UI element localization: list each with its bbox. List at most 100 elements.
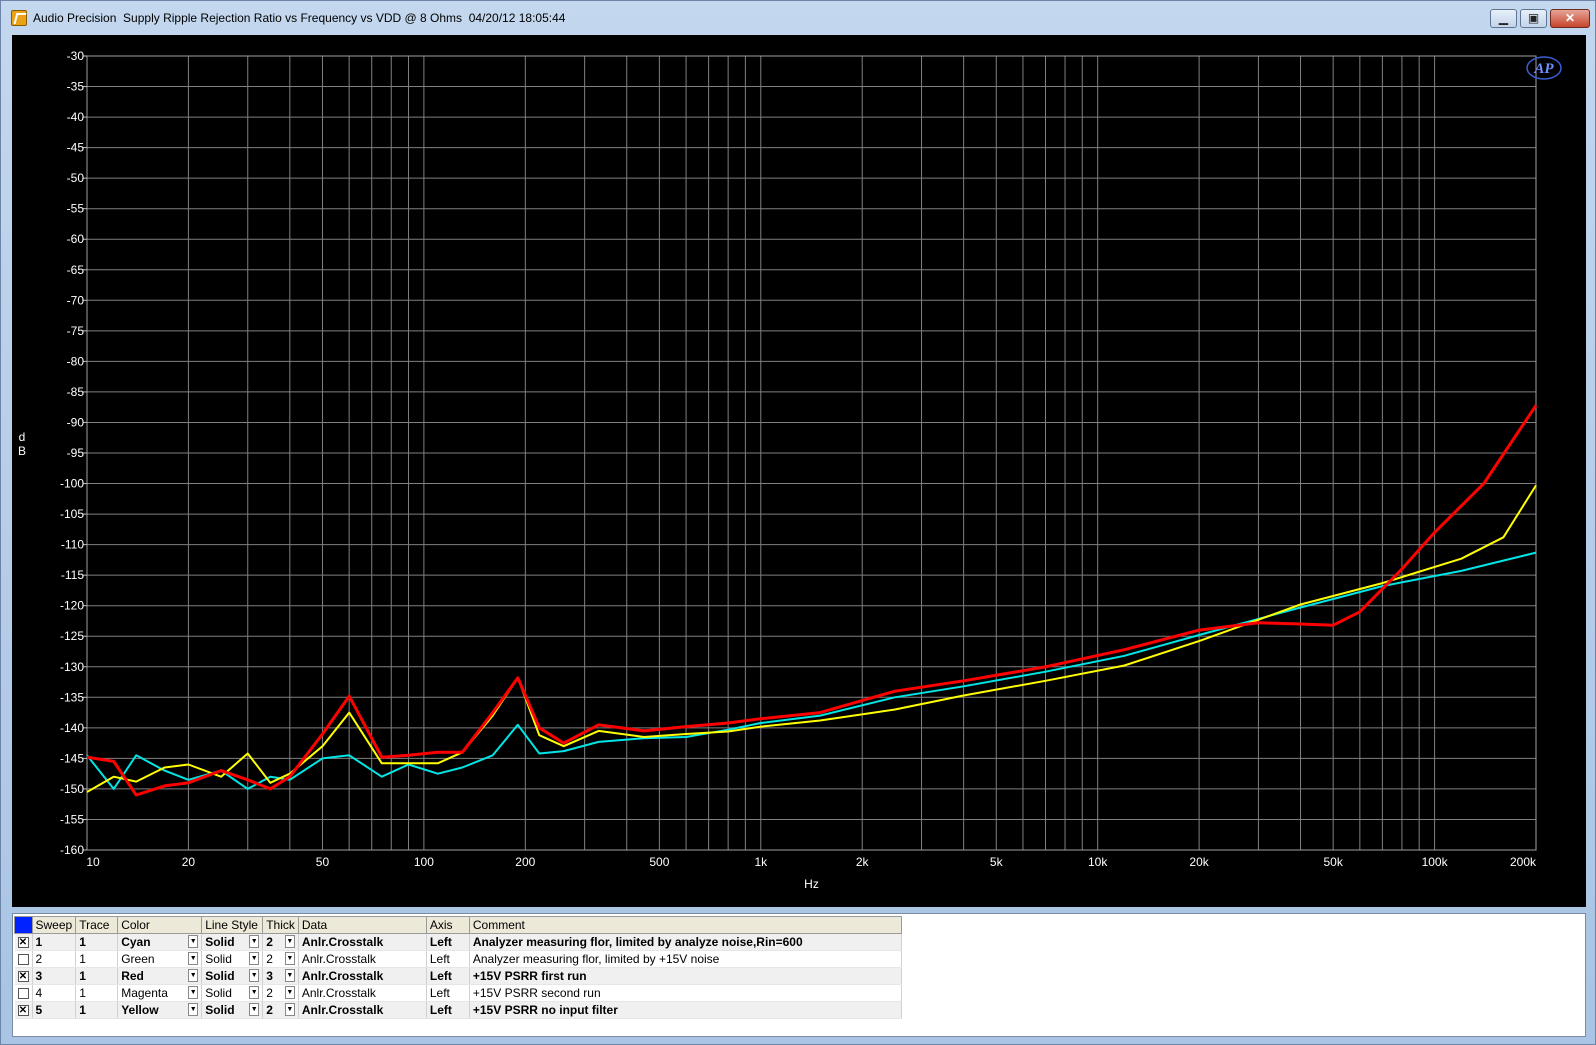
dropdown-arrow-icon[interactable]: ▼ <box>284 935 295 948</box>
axis-cell-text: Left <box>429 986 450 1000</box>
dropdown-arrow-icon[interactable]: ▼ <box>249 986 260 999</box>
thick-cell-text: 3 <box>266 969 273 983</box>
line-style-cell[interactable]: Solid ▼ <box>201 967 264 985</box>
line-style-cell[interactable]: Solid ▼ <box>201 950 264 968</box>
x-tick-label: 50 <box>316 855 330 869</box>
y-axis-label: dB <box>18 430 26 458</box>
row-checkbox-cell[interactable] <box>14 984 33 1002</box>
axis-cell[interactable]: Left <box>426 984 470 1002</box>
sweep-cell[interactable]: 4 <box>32 984 77 1002</box>
color-cell[interactable]: Red ▼ <box>117 967 203 985</box>
dropdown-arrow-icon[interactable]: ▼ <box>284 952 295 965</box>
col-header-axis[interactable]: Axis <box>425 916 470 934</box>
col-header-thick[interactable]: Thick <box>262 916 299 934</box>
data-cell[interactable]: Anlr.Crosstalk <box>298 1001 427 1019</box>
col-header-comment[interactable]: Comment <box>468 916 902 934</box>
trace-legend-table[interactable]: Sweep Trace Color Line Style Thick Data … <box>12 913 1586 1037</box>
select-all-corner[interactable] <box>14 916 33 934</box>
row-checkbox-cell[interactable] <box>14 950 33 968</box>
dropdown-arrow-icon[interactable]: ▼ <box>188 1003 199 1016</box>
trace-cell[interactable]: 1 <box>75 933 119 951</box>
ripple-rejection-chart[interactable]: -30 -35 -40 -45 -50 -55 -60 -65 -70 -75 -80 -85 -90 -… <box>12 35 1586 907</box>
table-row[interactable]: 4 1 Magenta ▼ Solid ▼ 2 ▼ Anlr.Crosstalk Left +15V… <box>14 984 902 1002</box>
close-icon: ✕ <box>1564 11 1576 25</box>
enable-checkbox[interactable]: ✕ <box>17 1005 29 1017</box>
color-cell-text: Red <box>121 969 144 983</box>
row-checkbox-cell[interactable]: ✕ <box>14 967 33 985</box>
maximize-button[interactable]: ▣ <box>1520 9 1547 28</box>
graph-panel[interactable]: -30 -35 -40 -45 -50 -55 -60 -65 -70 -75 -80 -85 -90 -… <box>12 35 1586 907</box>
sweep-cell-text: 1 <box>35 935 43 949</box>
sweep-grid[interactable]: Sweep Trace Color Line Style Thick Data … <box>14 916 902 1019</box>
line-style-cell[interactable]: Solid ▼ <box>201 984 264 1002</box>
line-style-cell[interactable]: Solid ▼ <box>201 1001 264 1019</box>
data-cell[interactable]: Anlr.Crosstalk <box>298 967 427 985</box>
col-header-data[interactable]: Data <box>297 916 427 934</box>
data-cell[interactable]: Anlr.Crosstalk <box>298 950 427 968</box>
comment-cell[interactable]: +15V PSRR no input filter <box>469 1001 902 1019</box>
line-style-cell[interactable]: Solid ▼ <box>201 933 264 951</box>
thick-cell[interactable]: 2 ▼ <box>262 984 299 1002</box>
color-cell[interactable]: Yellow ▼ <box>117 1001 203 1019</box>
thick-cell[interactable]: 2 ▼ <box>262 933 299 951</box>
dropdown-arrow-icon[interactable]: ▼ <box>188 986 199 999</box>
comment-cell[interactable]: +15V PSRR second run <box>469 984 902 1002</box>
color-cell[interactable]: Cyan ▼ <box>117 933 203 951</box>
sweep-cell[interactable]: 1 <box>32 933 77 951</box>
axis-cell[interactable]: Left <box>426 967 470 985</box>
axis-cell[interactable]: Left <box>426 950 470 968</box>
close-button[interactable]: ✕ <box>1550 9 1590 28</box>
thick-cell[interactable]: 3 ▼ <box>262 967 299 985</box>
dropdown-arrow-icon[interactable]: ▼ <box>249 969 260 982</box>
comment-cell[interactable]: +15V PSRR first run <box>469 967 902 985</box>
thick-cell[interactable]: 2 ▼ <box>262 1001 299 1019</box>
row-checkbox-cell[interactable]: ✕ <box>14 1001 33 1019</box>
table-row[interactable]: ✕ 5 1 Yellow ▼ Solid ▼ 2 ▼ Anlr.Crosstalk Left +15V… <box>14 1001 902 1019</box>
col-header-trace[interactable]: Trace <box>75 916 119 934</box>
comment-cell[interactable]: Analyzer measuring flor, limited by anal… <box>469 933 902 951</box>
axis-cell[interactable]: Left <box>426 1001 470 1019</box>
enable-checkbox[interactable]: ✕ <box>17 937 29 949</box>
dropdown-arrow-icon[interactable]: ▼ <box>188 969 199 982</box>
line-style-cell-text: Solid <box>205 952 232 966</box>
trace-cell[interactable]: 1 <box>75 950 119 968</box>
col-header-line-style[interactable]: Line Style <box>201 916 264 934</box>
table-row[interactable]: ✕ 3 1 Red ▼ Solid ▼ 3 ▼ Anlr.Crosstalk Left +15V PS… <box>14 967 902 985</box>
ap-app-icon[interactable] <box>11 10 27 26</box>
minimize-button[interactable]: ▁ <box>1490 9 1517 28</box>
sweep-cell[interactable]: 5 <box>32 1001 77 1019</box>
thick-cell[interactable]: 2 ▼ <box>262 950 299 968</box>
color-cell[interactable]: Green ▼ <box>117 950 203 968</box>
dropdown-arrow-icon[interactable]: ▼ <box>284 1003 295 1016</box>
data-cell[interactable]: Anlr.Crosstalk <box>298 933 427 951</box>
title-bar[interactable]: Audio Precision Supply Ripple Rejection … <box>1 1 1596 35</box>
dropdown-arrow-icon[interactable]: ▼ <box>284 969 295 982</box>
dropdown-arrow-icon[interactable]: ▼ <box>249 952 260 965</box>
dropdown-arrow-icon[interactable]: ▼ <box>188 935 199 948</box>
enable-checkbox[interactable] <box>17 988 29 1000</box>
trace-cell[interactable]: 1 <box>75 1001 119 1019</box>
col-header-color[interactable]: Color <box>117 916 203 934</box>
trace-cell[interactable]: 1 <box>75 984 119 1002</box>
dropdown-arrow-icon[interactable]: ▼ <box>188 952 199 965</box>
y-tick-label: -150 <box>60 782 84 796</box>
table-row[interactable]: 2 1 Green ▼ Solid ▼ 2 ▼ Anlr.Crosstalk Left Analyz… <box>14 950 902 968</box>
x-tick-label: 10 <box>86 855 100 869</box>
sweep-cell[interactable]: 3 <box>32 967 77 985</box>
dropdown-arrow-icon[interactable]: ▼ <box>249 1003 260 1016</box>
sweep-cell[interactable]: 2 <box>32 950 77 968</box>
table-row[interactable]: ✕ 1 1 Cyan ▼ Solid ▼ 2 ▼ Anlr.Crosstalk Left Analyz… <box>14 933 902 951</box>
data-cell[interactable]: Anlr.Crosstalk <box>298 984 427 1002</box>
col-header-sweep[interactable]: Sweep <box>31 916 77 934</box>
enable-checkbox[interactable] <box>17 954 29 966</box>
row-checkbox-cell[interactable]: ✕ <box>14 933 33 951</box>
enable-checkbox[interactable]: ✕ <box>17 971 29 983</box>
axis-cell[interactable]: Left <box>426 933 470 951</box>
dropdown-arrow-icon[interactable]: ▼ <box>284 986 295 999</box>
comment-cell[interactable]: Analyzer measuring flor, limited by +15V… <box>469 950 902 968</box>
color-cell[interactable]: Magenta ▼ <box>117 984 203 1002</box>
comment-cell-text: +15V PSRR second run <box>472 986 601 1000</box>
trace-cell[interactable]: 1 <box>75 967 119 985</box>
y-tick-label: -75 <box>67 324 85 338</box>
dropdown-arrow-icon[interactable]: ▼ <box>249 935 260 948</box>
